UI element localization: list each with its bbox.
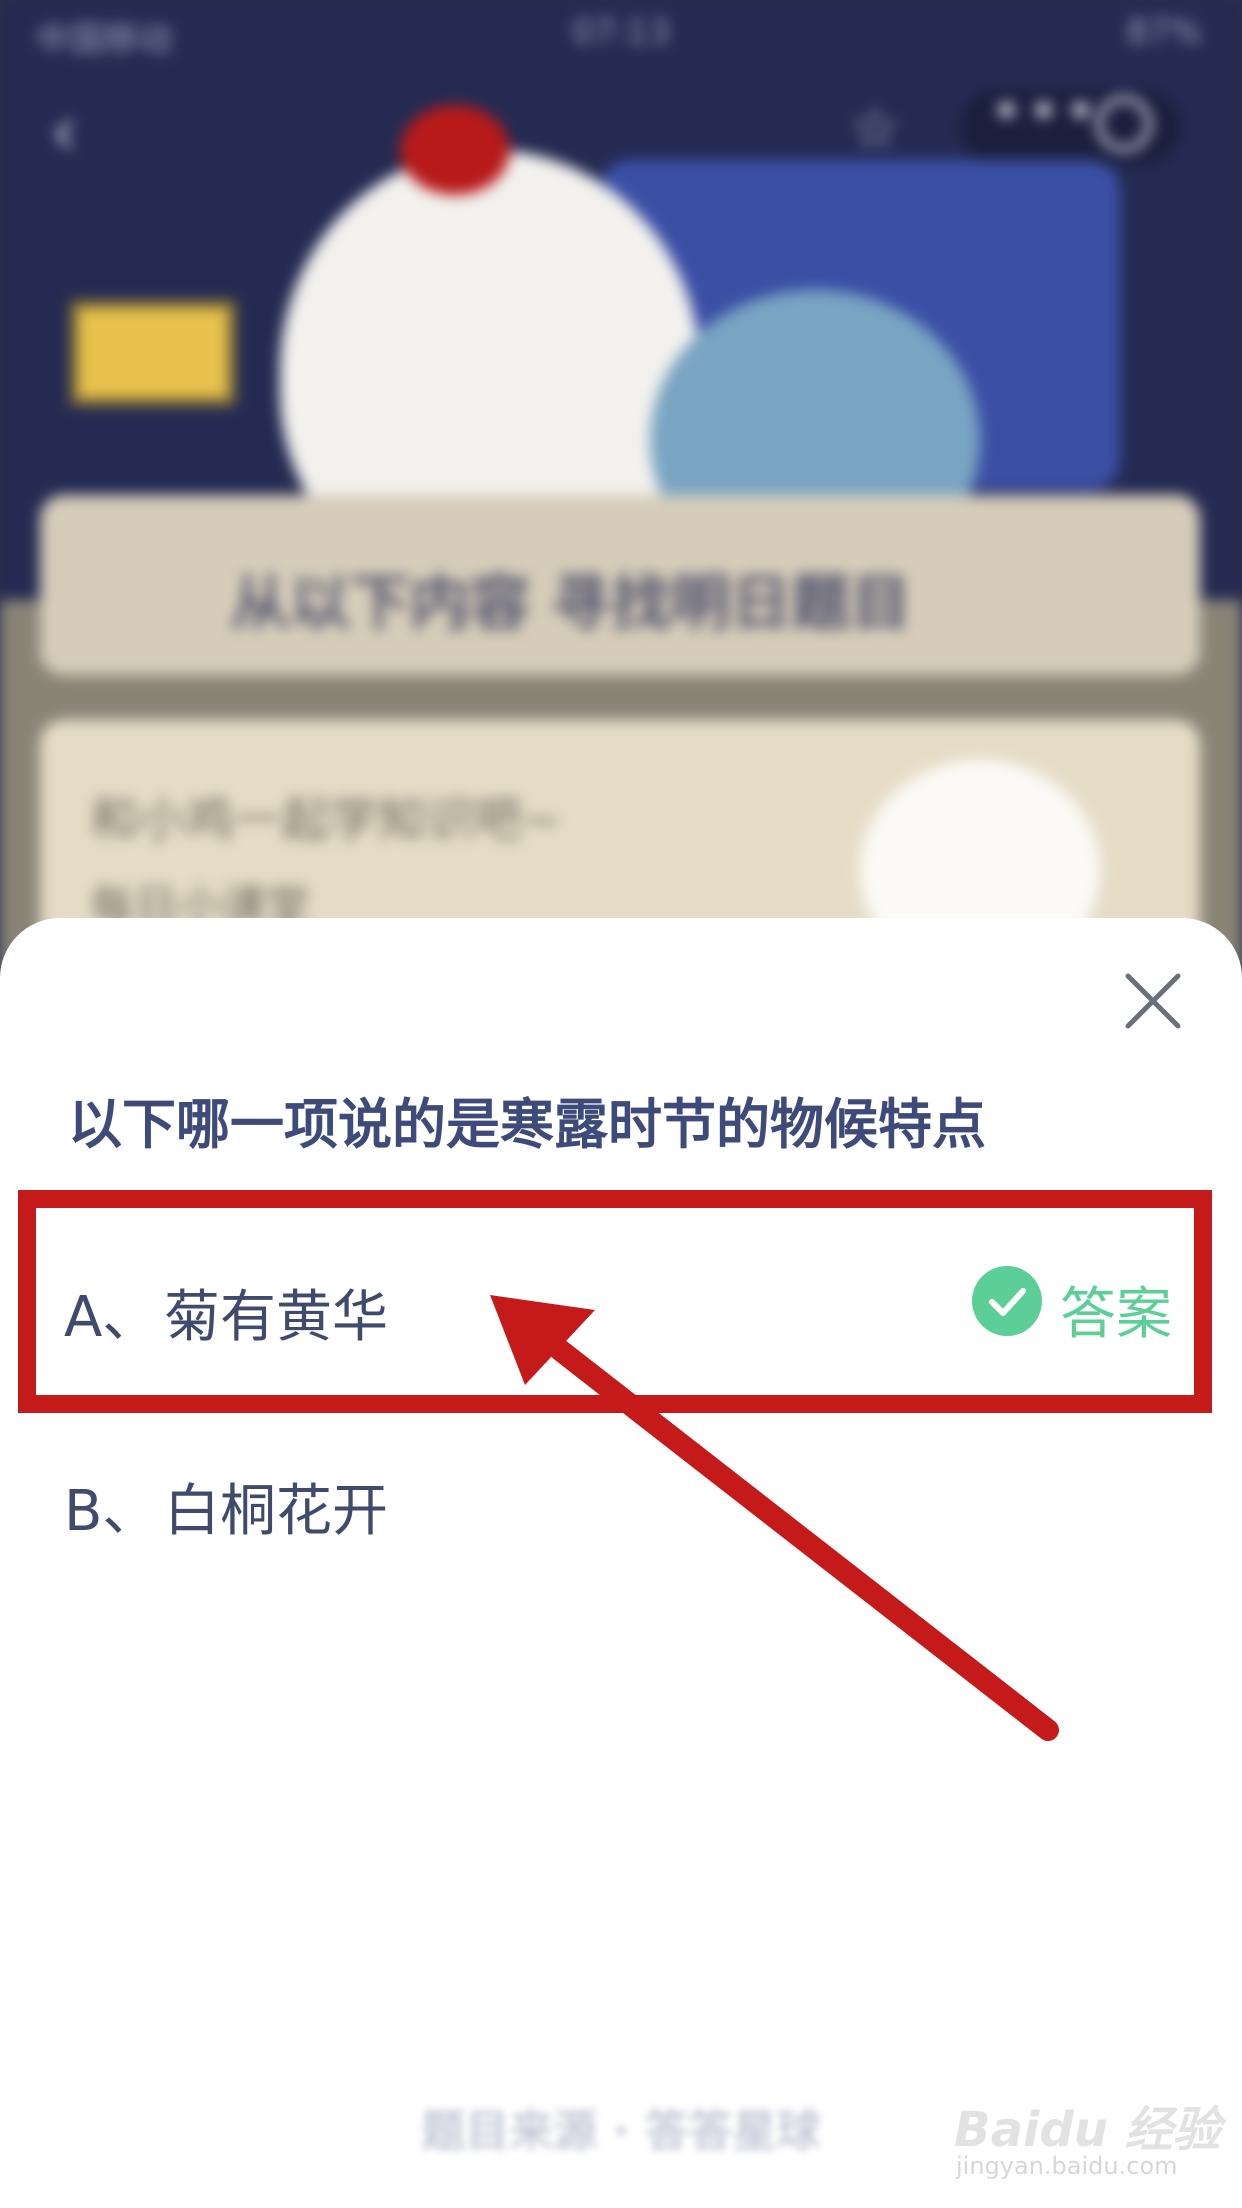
option-b[interactable]: B、 白桐花开	[0, 1426, 1242, 1566]
background-app: 中国移动 07:13 87% ‹ ☆ ••• 从以下内容 寻找明日题目 和小鸡一…	[0, 0, 1242, 1000]
check-icon	[972, 1266, 1042, 1336]
answer-badge: 答案	[972, 1263, 1172, 1347]
option-b-text: 白桐花开	[164, 1479, 388, 1544]
banner-title: 从以下内容 寻找明日题目	[230, 569, 911, 639]
chick-comb	[400, 105, 510, 195]
option-a-text: 菊有黄华	[164, 1285, 388, 1350]
target-icon[interactable]	[1096, 96, 1152, 152]
option-b-letter: B、	[64, 1479, 159, 1544]
top-nav: ‹ ☆ •••	[0, 80, 1242, 172]
watermark-site: jingyan.baidu.com	[956, 2152, 1178, 2180]
status-bar: 中国移动 07:13 87%	[0, 0, 1242, 64]
mascot-sign	[70, 300, 236, 406]
watermark-logo: Baidu 经验	[954, 2102, 1221, 2158]
panel-line1: 和小鸡一起学知识吧~	[90, 792, 563, 848]
back-icon[interactable]: ‹	[50, 90, 78, 172]
baidu-watermark: Baidu 经验 jingyan.baidu.com	[948, 2090, 1221, 2190]
answer-label: 答案	[1060, 1282, 1172, 1347]
option-a-letter: A、	[64, 1285, 159, 1350]
close-icon[interactable]	[1118, 966, 1188, 1036]
question-text: 以下哪一项说的是寒露时节的物候特点	[68, 1093, 986, 1156]
clock-label: 07:13	[572, 12, 670, 52]
star-icon[interactable]: ☆	[850, 96, 900, 161]
more-icon[interactable]: •••	[990, 80, 1101, 145]
carrier-label: 中国移动	[36, 20, 172, 60]
battery-label: 87%	[1126, 12, 1202, 52]
